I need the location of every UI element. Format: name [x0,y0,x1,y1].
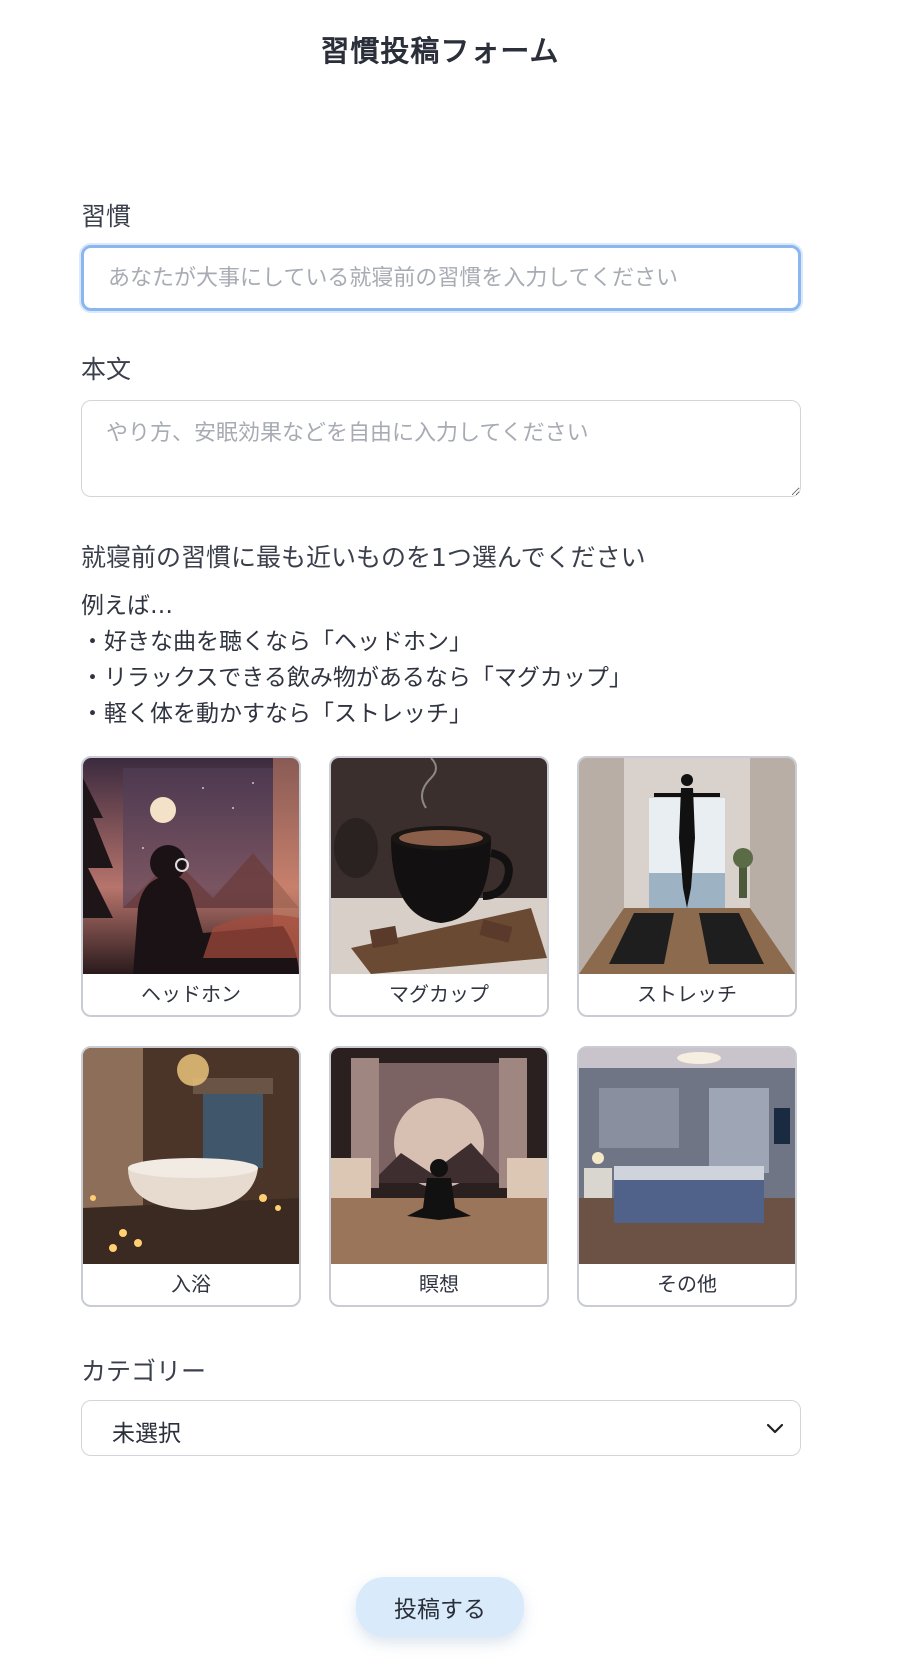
category-select[interactable]: 未選択 [81,1400,801,1456]
example-line: ・軽く体を動かすなら「ストレッチ」 [81,701,472,727]
mug-image [331,758,547,974]
example-line: 例えば… [81,593,173,619]
option-card-meditation[interactable]: 瞑想 [329,1046,549,1307]
body-label: 本文 [81,355,132,384]
category-label: カテゴリー [81,1357,207,1386]
chevron-down-icon [766,1423,784,1434]
body-textarea[interactable] [81,400,801,497]
option-card-headphones[interactable]: ヘッドホン [81,756,301,1017]
habit-label: 習慣 [81,202,132,231]
page-title: 習慣投稿フォーム [320,34,560,68]
category-selected-value: 未選択 [112,1421,181,1447]
option-card-mug[interactable]: マグカップ [329,756,549,1017]
option-card-stretch[interactable]: ストレッチ [577,756,797,1017]
option-card-bath[interactable]: 入浴 [81,1046,301,1307]
habit-input[interactable] [81,245,801,311]
option-label: 入浴 [171,1272,211,1296]
option-label: ヘッドホン [141,982,241,1006]
stretch-image [579,758,795,974]
meditation-image [331,1048,547,1264]
option-label: 瞑想 [419,1272,459,1296]
bath-image [83,1048,299,1264]
option-label: ストレッチ [637,982,737,1006]
other-bedroom-image [579,1048,795,1264]
option-label: マグカップ [389,982,489,1006]
option-card-other[interactable]: その他 [577,1046,797,1307]
examples-text: 例えば… ・好きな曲を聴くなら「ヘッドホン」 ・リラックスできる飲み物があるなら… [81,588,632,732]
option-label: その他 [657,1272,717,1296]
example-line: ・好きな曲を聴くなら「ヘッドホン」 [81,629,472,655]
example-line: ・リラックスできる飲み物があるなら「マグカップ」 [81,665,632,691]
submit-button[interactable]: 投稿する [356,1577,524,1637]
choose-heading: 就寝前の習慣に最も近いものを1つ選んでください [81,543,646,572]
headphones-image [83,758,299,974]
